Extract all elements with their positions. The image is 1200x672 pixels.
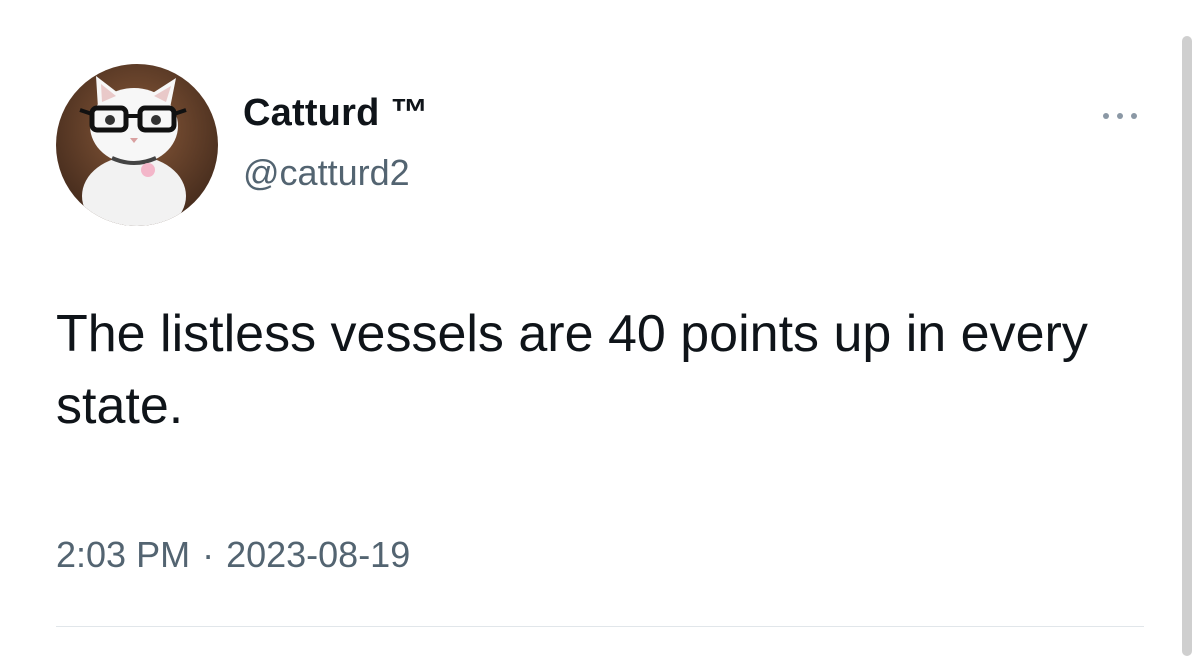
tweet-text: The listless vessels are 40 points up in… <box>56 305 1088 435</box>
scrollbar[interactable] <box>1182 36 1192 656</box>
divider <box>56 626 1144 627</box>
tweet-card: Catturd ™ @catturd2 The listless vessels… <box>0 0 1200 672</box>
tweet-time: 2:03 PM <box>56 534 191 575</box>
user-handle[interactable]: @catturd2 <box>243 152 410 194</box>
tweet-date: 2023-08-19 <box>226 534 411 575</box>
meta-separator: · <box>202 534 215 575</box>
tweet-timestamp[interactable]: 2:03 PM · 2023-08-19 <box>56 534 410 576</box>
display-name[interactable]: Catturd ™ <box>243 92 428 135</box>
avatar[interactable] <box>56 64 218 226</box>
more-horizontal-icon <box>1103 113 1137 119</box>
more-options-button[interactable] <box>1096 106 1144 126</box>
cat-with-glasses-avatar-icon <box>56 64 218 226</box>
